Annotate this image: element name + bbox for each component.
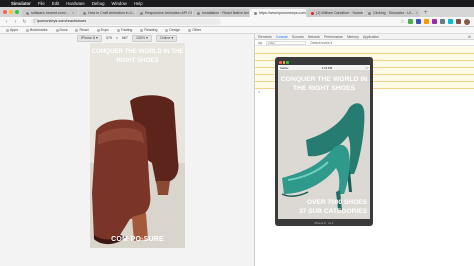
address-url: ipomonkeys.com/react/shoes — [37, 19, 87, 23]
hero-title: CONQUER THE WORLD IN THE RIGHT SHOES — [91, 48, 184, 64]
menu-hardware[interactable]: Hardware — [66, 0, 85, 7]
close-window-button[interactable] — [279, 61, 282, 64]
extension-icon[interactable] — [416, 19, 421, 24]
simulator-screen: Carrier 1:13 PM ▭ CONQUER THE WORLD IN T… — [278, 65, 370, 219]
menu-debug[interactable]: Debug — [92, 0, 105, 7]
sim-hero-image: CONQUER THE WORLD IN THE RIGHT SHOES OVE… — [278, 70, 370, 219]
browser-tab[interactable]: software-nearmt.com/... × — [22, 9, 78, 17]
page-viewport: iPhone 6 ▾ 375 × 667 100% ▾ Online ▾ CON… — [0, 34, 254, 266]
bookmark-item[interactable]: Apps — [6, 28, 18, 32]
favicon-icon — [26, 11, 29, 15]
console-filter-input[interactable] — [266, 40, 307, 45]
sim-hero-title: CONQUER THE WORLD IN THE RIGHT SHOES — [280, 76, 368, 92]
close-icon[interactable]: × — [416, 9, 418, 17]
gear-icon[interactable]: ⚙ — [468, 35, 471, 39]
menu-window[interactable]: Window — [111, 0, 126, 7]
bookmark-item[interactable]: Bookmarks — [26, 28, 48, 32]
tab-application[interactable]: Application — [363, 35, 379, 39]
tab-sources[interactable]: Sources — [292, 35, 304, 39]
stat-shoes: OVER 7000 SHOES — [306, 199, 367, 206]
reload-icon[interactable]: ↻ — [22, 19, 27, 25]
avatar[interactable] — [464, 18, 470, 25]
network-select[interactable]: Online ▾ — [155, 34, 178, 42]
tab-network[interactable]: Network — [308, 35, 320, 39]
mac-menubar: Simulator File Edit Hardware Debug Windo… — [0, 0, 474, 7]
browser-tab[interactable]: Responsive Animation API Chi...× — [136, 9, 192, 17]
favicon-icon — [368, 11, 371, 15]
bookmark-item[interactable]: React — [75, 28, 88, 32]
favicon-icon — [254, 11, 257, 15]
bookmarks-bar: Apps Bookmarks Docs React Expo Trading R… — [0, 27, 474, 34]
extension-icon[interactable] — [448, 19, 453, 24]
extension-icons: ☆ — [400, 18, 470, 25]
extension-icon[interactable] — [408, 19, 413, 24]
browser-tab[interactable]: How to Craft Animation in Li...× — [79, 9, 135, 17]
menu-edit[interactable]: Edit — [52, 0, 59, 7]
tab-console[interactable]: Console — [276, 35, 288, 39]
lock-icon: ⓘ — [33, 19, 37, 23]
bookmark-item[interactable]: Reading — [140, 28, 157, 32]
sim-stats: OVER 7000 SHOES 37 SUB CATEGORIES — [299, 199, 367, 216]
menu-file[interactable]: File — [38, 0, 45, 7]
device-width[interactable]: 375 — [106, 36, 112, 40]
back-icon[interactable]: ‹ — [4, 19, 9, 25]
minimize-window-button[interactable] — [9, 10, 13, 14]
tab-elements[interactable]: Elements — [258, 35, 272, 39]
forward-icon[interactable]: › — [13, 19, 18, 25]
zoom-select[interactable]: 100% ▾ — [131, 34, 152, 42]
bookmark-item[interactable]: Trading — [117, 28, 133, 32]
close-window-button[interactable] — [3, 10, 7, 14]
browser-tab[interactable]: Clicking · Simulator · UI... × — [364, 9, 420, 17]
carrier-label: Carrier — [280, 65, 289, 70]
extension-icon[interactable] — [456, 19, 461, 24]
star-icon[interactable]: ☆ — [400, 19, 405, 25]
stat-categories: 37 SUB CATEGORIES — [298, 207, 367, 215]
browser-tab[interactable]: Installation · React Native Ani...× — [193, 9, 249, 17]
browser-toolbar: ‹ › ↻ ⓘ ipomonkeys.com/react/shoes ☆ — [0, 17, 474, 27]
console-warning — [255, 47, 474, 54]
hero-image: CONQUER THE WORLD IN THE RIGHT SHOES COM… — [90, 43, 185, 248]
ios-simulator-window: Carrier 1:13 PM ▭ CONQUER THE WORLD IN T… — [275, 57, 373, 226]
favicon-icon — [197, 11, 200, 15]
menu-app-name[interactable]: Simulator — [11, 0, 31, 7]
tab-performance[interactable]: Performance — [324, 35, 343, 39]
bookmark-item[interactable]: Docs — [56, 28, 68, 32]
simulator-caption: iPhone 8 · 11.2 — [314, 221, 334, 225]
bookmark-item[interactable]: Design — [165, 28, 180, 32]
zoom-window-button[interactable] — [286, 61, 289, 64]
minimize-window-button[interactable] — [282, 61, 285, 64]
clock-label: 1:13 PM — [321, 65, 333, 70]
browser-tab-active[interactable]: https://www.ipomonkeys.com/...× — [250, 9, 306, 17]
zoom-window-button[interactable] — [15, 10, 19, 14]
close-icon[interactable]: × — [72, 9, 74, 17]
favicon-icon — [140, 11, 143, 15]
browser-tab[interactable]: (1) William Candillon · Youtube× — [307, 9, 363, 17]
boots-image — [90, 43, 185, 248]
window-controls — [3, 10, 19, 14]
browser-tab-strip: software-nearmt.com/... × How to Craft An… — [0, 7, 474, 17]
tab-memory[interactable]: Memory — [347, 35, 359, 39]
youtube-icon — [311, 11, 314, 15]
battery-icon: ▭ — [365, 65, 368, 70]
bookmark-item[interactable]: Other — [188, 28, 201, 32]
extension-icon[interactable] — [440, 19, 445, 24]
menu-help[interactable]: Help — [134, 0, 143, 7]
device-toolbar: iPhone 6 ▾ 375 × 667 100% ▾ Online ▾ — [0, 34, 254, 42]
extension-icon[interactable] — [424, 19, 429, 24]
brand-logo: COM·PO·SURE — [111, 236, 164, 243]
new-tab-button[interactable]: + — [421, 9, 431, 17]
extension-icon[interactable] — [432, 19, 437, 24]
favicon-icon — [83, 11, 86, 15]
device-height[interactable]: 667 — [122, 36, 128, 40]
levels-select[interactable]: Default levels ▾ — [310, 41, 332, 45]
device-select[interactable]: iPhone 6 ▾ — [76, 34, 102, 42]
address-bar[interactable]: ⓘ ipomonkeys.com/react/shoes — [31, 18, 221, 25]
context-select[interactable]: top — [258, 41, 262, 45]
bookmark-item[interactable]: Expo — [97, 28, 109, 32]
